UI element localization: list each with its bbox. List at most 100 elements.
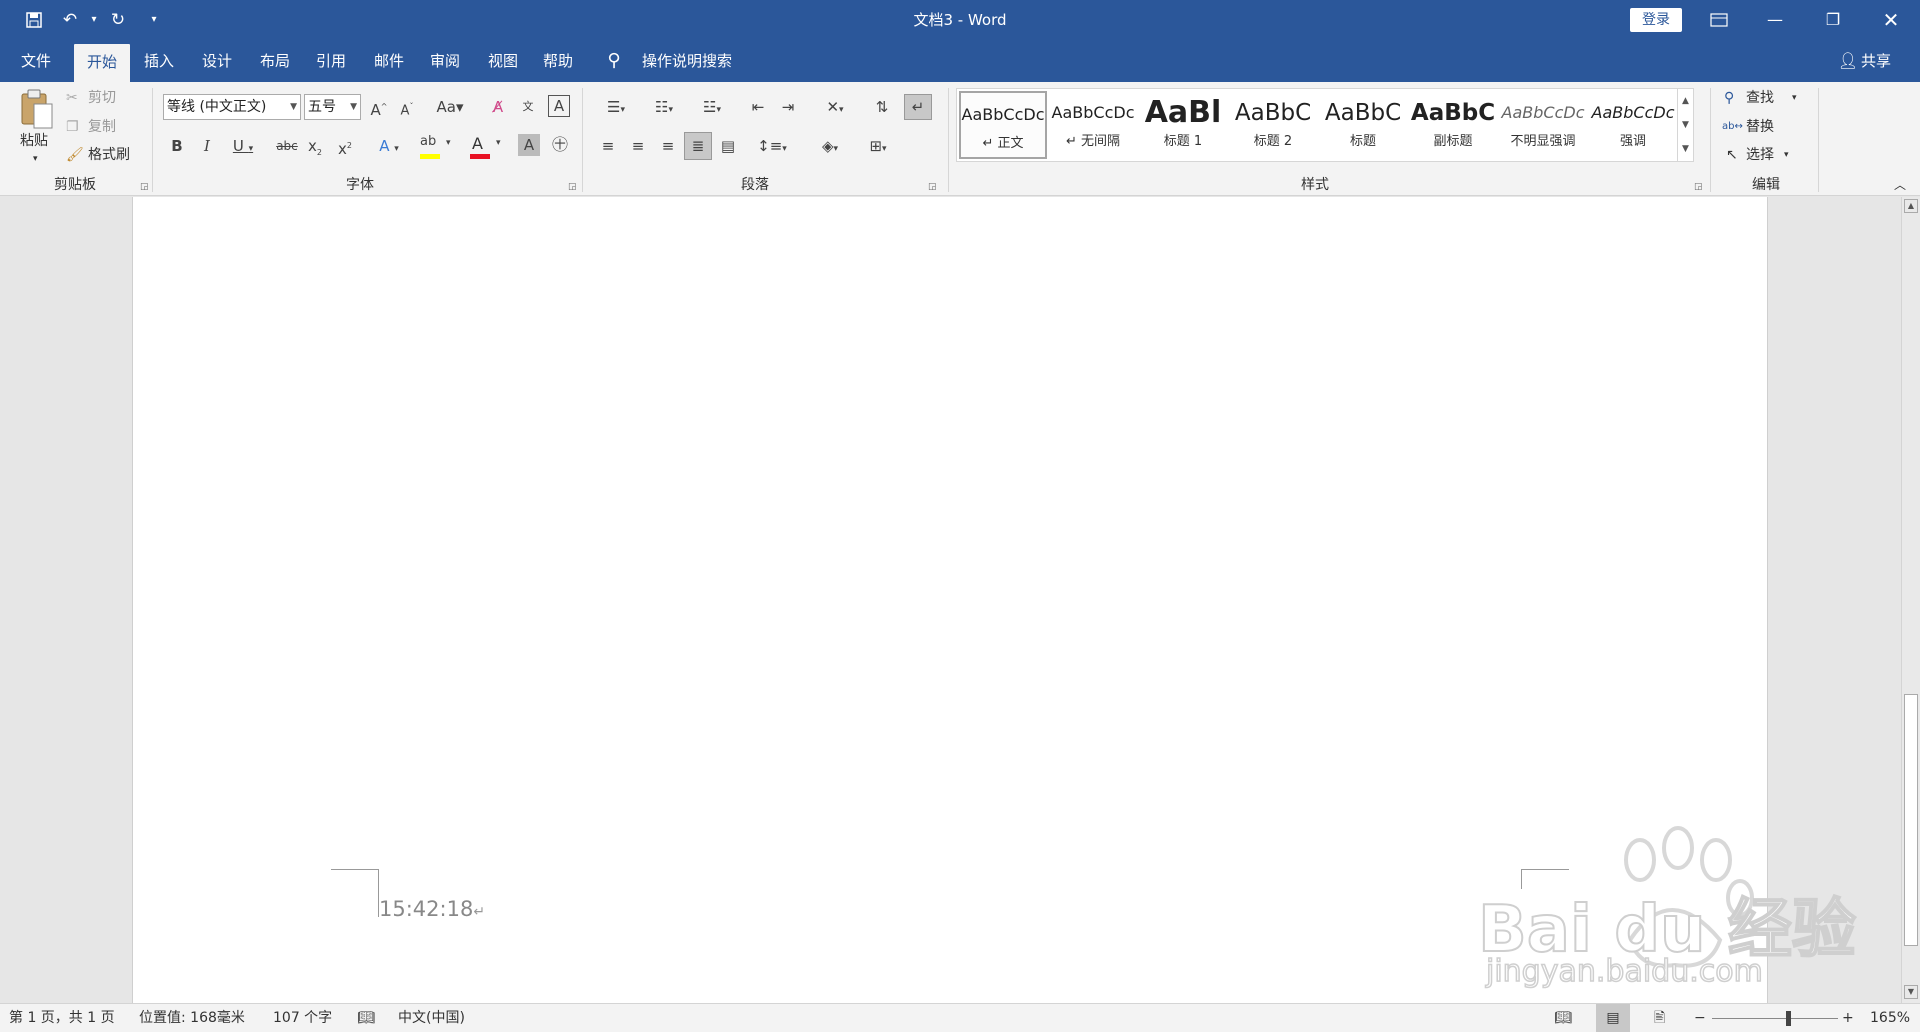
phonetic-guide-icon[interactable]: 文 (516, 96, 540, 118)
share-button[interactable]: 共享 (1858, 40, 1894, 82)
position-indicator[interactable]: 位置值: 168毫米 (139, 1004, 245, 1032)
replace-button[interactable]: 替换 (1746, 116, 1774, 138)
style-heading-2[interactable]: AaBbC 标题 2 (1229, 91, 1317, 159)
web-layout-icon[interactable]: 🖹︎ (1654, 1004, 1665, 1032)
font-size-select[interactable]: 五号 ▼ (304, 94, 361, 120)
tab-view[interactable]: 视图 (478, 40, 528, 82)
zoom-slider-thumb[interactable] (1785, 1011, 1791, 1026)
bold-icon[interactable]: B (166, 135, 188, 157)
chinese-layout-icon[interactable]: ✕▾ (816, 96, 854, 121)
tab-home[interactable]: 开始 (74, 44, 130, 82)
distributed-icon[interactable]: ▤ (716, 135, 740, 157)
clipboard-launcher-icon[interactable]: ◲ (140, 182, 149, 192)
bullets-icon[interactable]: ☰▾ (596, 96, 636, 121)
select-button[interactable]: 选择 (1746, 144, 1774, 166)
page-indicator[interactable]: 第 1 页，共 1 页 (9, 1004, 115, 1032)
italic-icon[interactable]: I (196, 135, 218, 157)
chevron-up-icon[interactable]: ▲ (1678, 89, 1693, 113)
tab-design[interactable]: 设计 (192, 40, 242, 82)
proofing-icon[interactable]: 📖︎ (357, 1004, 375, 1032)
read-mode-icon[interactable]: 📖︎ (1554, 1004, 1572, 1032)
vertical-scrollbar[interactable]: ▲ ▼ (1901, 197, 1920, 1003)
paste-dropdown-icon[interactable]: ▾ (33, 148, 38, 170)
ribbon-display-options-icon[interactable] (1696, 0, 1742, 40)
font-name-select[interactable]: 等线 (中文正文) ▼ (163, 94, 301, 120)
align-right-icon[interactable]: ≡ (656, 135, 680, 157)
shading-icon[interactable]: ◈▾ (810, 135, 850, 160)
style-heading-1[interactable]: AaBl 标题 1 (1139, 91, 1227, 159)
paragraph-launcher-icon[interactable]: ◲ (928, 182, 937, 192)
word-count[interactable]: 107 个字 (273, 1004, 332, 1032)
scroll-down-icon[interactable]: ▼ (1904, 985, 1918, 999)
grow-font-icon[interactable]: A^ (368, 96, 390, 121)
change-case-icon[interactable]: Aa▾ (432, 96, 468, 118)
paste-icon[interactable] (18, 88, 58, 132)
subscript-icon[interactable]: x2 (304, 135, 326, 164)
document-page[interactable]: 15:42:18↵ (132, 197, 1768, 1003)
save-icon[interactable] (20, 8, 48, 32)
zoom-in-icon[interactable]: + (1842, 1004, 1854, 1032)
style-no-spacing[interactable]: AaBbCcDc ↵ 无间隔 (1049, 91, 1137, 159)
chevron-down-icon[interactable]: ▾ (1784, 144, 1789, 166)
print-layout-icon[interactable]: ▤ (1596, 1004, 1630, 1032)
tab-help[interactable]: 帮助 (533, 40, 583, 82)
justify-icon[interactable]: ≣ (684, 132, 712, 160)
borders-icon[interactable]: ⊞▾ (858, 135, 898, 160)
style-subtitle[interactable]: AaBbC 副标题 (1409, 91, 1497, 159)
decrease-indent-icon[interactable]: ⇤ (746, 96, 770, 118)
style-normal[interactable]: AaBbCcDc ↵ 正文 (959, 91, 1047, 159)
zoom-slider[interactable] (1712, 1018, 1838, 1019)
tab-references[interactable]: 引用 (306, 40, 356, 82)
chevron-down-icon[interactable]: ▼ (1678, 113, 1693, 137)
show-formatting-marks-icon[interactable]: ↵ (904, 94, 932, 120)
multilevel-list-icon[interactable]: ☳▾ (692, 96, 732, 121)
text-effects-icon[interactable]: A ▾ (372, 135, 406, 160)
font-launcher-icon[interactable]: ◲ (568, 182, 577, 192)
style-emphasis[interactable]: AaBbCcDc 强调 (1589, 91, 1677, 159)
scroll-up-icon[interactable]: ▲ (1904, 199, 1918, 213)
shrink-font-icon[interactable]: Aˇ (396, 96, 418, 122)
language-indicator[interactable]: 中文(中国) (398, 1004, 465, 1032)
footer-text[interactable]: 15:42:18↵ (379, 897, 485, 921)
superscript-icon[interactable]: x2 (334, 135, 356, 160)
customize-quick-access-icon[interactable]: ▾ (140, 8, 168, 32)
character-border-icon[interactable]: A (548, 95, 570, 117)
copy-button[interactable]: 复制 (88, 116, 116, 138)
login-button[interactable]: 登录 (1630, 8, 1682, 32)
tab-mailings[interactable]: 邮件 (364, 40, 414, 82)
strikethrough-icon[interactable]: abc (274, 135, 300, 157)
cut-button[interactable]: 剪切 (88, 87, 116, 109)
collapse-ribbon-icon[interactable]: ︿ (1894, 174, 1906, 196)
scrollbar-thumb[interactable] (1904, 694, 1918, 946)
restore-icon[interactable]: ❐ (1810, 0, 1856, 40)
underline-icon[interactable]: U ▾ (226, 135, 260, 160)
styles-launcher-icon[interactable]: ◲ (1694, 182, 1703, 192)
close-icon[interactable]: ✕ (1868, 0, 1914, 40)
font-color-icon[interactable]: A ▾ (468, 134, 508, 160)
highlight-color-icon[interactable]: ab ▾ (418, 134, 458, 160)
tab-insert[interactable]: 插入 (134, 40, 184, 82)
style-subtle-emphasis[interactable]: AaBbCcDc 不明显强调 (1499, 91, 1587, 159)
align-center-icon[interactable]: ≡ (626, 135, 650, 157)
styles-scroll[interactable]: ▲ ▼ ▼ (1677, 89, 1693, 161)
increase-indent-icon[interactable]: ⇥ (776, 96, 800, 118)
tab-review[interactable]: 审阅 (420, 40, 470, 82)
zoom-out-icon[interactable]: − (1694, 1004, 1706, 1032)
minimize-icon[interactable]: — (1752, 0, 1798, 40)
more-styles-icon[interactable]: ▼ (1678, 137, 1693, 161)
enclose-characters-icon[interactable]: ㊉ (548, 134, 572, 156)
style-title[interactable]: AaBbC 标题 (1319, 91, 1407, 159)
character-shading-icon[interactable]: A (518, 134, 540, 156)
chevron-down-icon[interactable]: ▾ (1792, 87, 1797, 109)
zoom-level[interactable]: 165% (1870, 1004, 1910, 1032)
sort-icon[interactable]: ⇅ (870, 96, 894, 118)
tell-me-search[interactable]: 操作说明搜索 (632, 40, 742, 82)
clear-formatting-icon[interactable]: A̸ (486, 96, 510, 118)
tab-file[interactable]: 文件 (8, 40, 64, 82)
find-button[interactable]: 查找 (1746, 87, 1774, 109)
format-painter-button[interactable]: 格式刷 (88, 144, 130, 166)
line-spacing-icon[interactable]: ↕≡▾ (752, 135, 792, 160)
numbering-icon[interactable]: ☷▾ (644, 96, 684, 121)
redo-icon[interactable]: ↻ (104, 8, 132, 32)
align-left-icon[interactable]: ≡ (596, 135, 620, 157)
